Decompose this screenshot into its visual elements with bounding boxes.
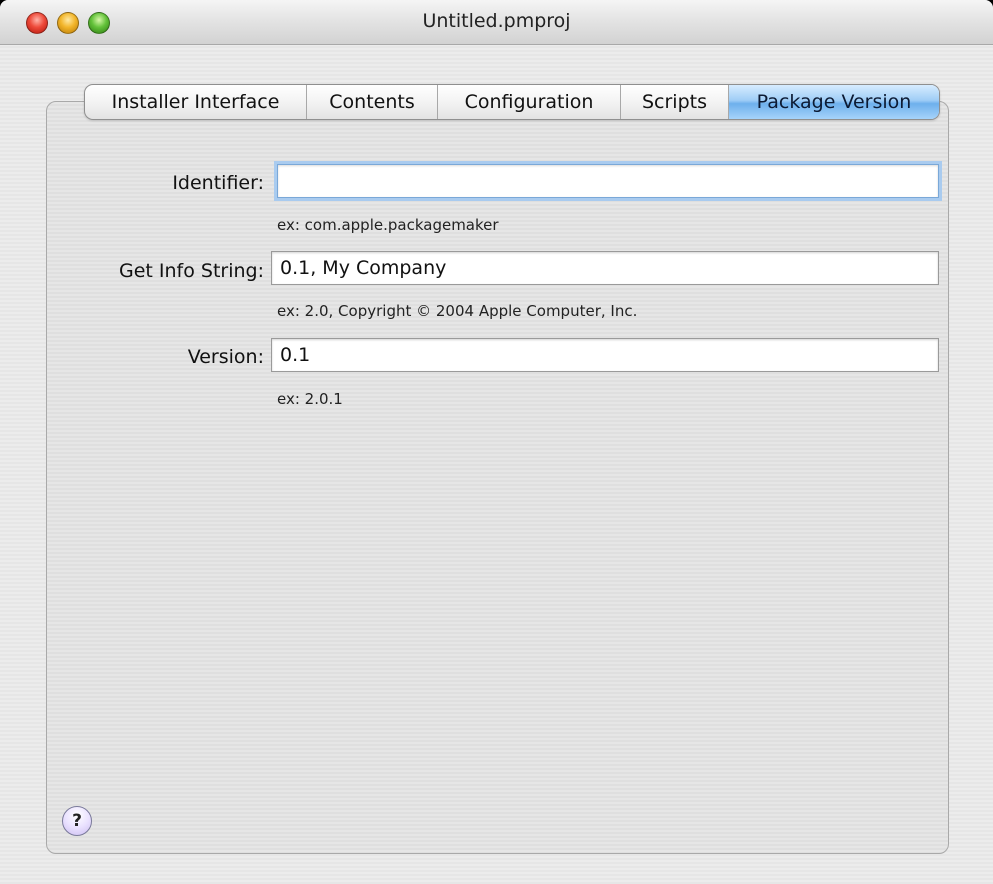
help-button[interactable]: ? <box>62 806 92 836</box>
get-info-string-hint: ex: 2.0, Copyright © 2004 Apple Computer… <box>277 302 638 320</box>
get-info-string-input[interactable] <box>271 251 939 285</box>
tab-panel <box>46 101 949 854</box>
title-bar[interactable]: Untitled.pmproj <box>0 0 993 45</box>
identifier-input[interactable] <box>277 164 939 198</box>
tab-scripts[interactable]: Scripts <box>621 85 729 119</box>
tab-contents[interactable]: Contents <box>307 85 438 119</box>
tab-package-version[interactable]: Package Version <box>729 85 939 119</box>
package-maker-window: Untitled.pmproj Installer Interface Cont… <box>0 0 993 884</box>
version-input[interactable] <box>271 338 939 372</box>
question-mark-icon: ? <box>72 811 82 831</box>
tab-installer-interface[interactable]: Installer Interface <box>85 85 307 119</box>
identifier-hint: ex: com.apple.packagemaker <box>277 216 499 234</box>
tab-configuration[interactable]: Configuration <box>438 85 621 119</box>
identifier-label: Identifier: <box>172 172 264 194</box>
get-info-string-label: Get Info String: <box>118 260 264 282</box>
version-label: Version: <box>187 346 264 368</box>
window-title: Untitled.pmproj <box>422 10 571 32</box>
version-hint: ex: 2.0.1 <box>277 390 343 408</box>
tab-bar: Installer Interface Contents Configurati… <box>84 84 940 120</box>
